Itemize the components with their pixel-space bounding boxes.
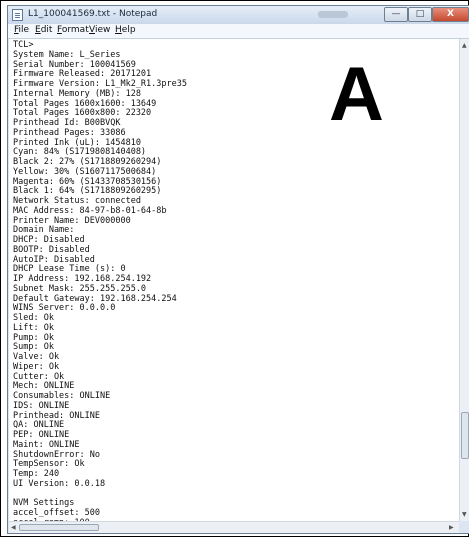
- horizontal-scrollbar[interactable]: ◀ ▶: [9, 521, 459, 533]
- maximize-button[interactable]: □: [408, 7, 432, 22]
- vertical-scrollbar[interactable]: ▲ ▼: [459, 39, 469, 521]
- notepad-icon: [12, 9, 23, 21]
- menu-format[interactable]: Format: [57, 25, 89, 35]
- menu-view[interactable]: View: [89, 25, 110, 35]
- text-editor[interactable]: TCL> System Name: L_Series Serial Number…: [9, 39, 459, 521]
- scroll-down-arrow-icon[interactable]: ▼: [462, 511, 467, 518]
- overlay-letter: A: [329, 52, 384, 137]
- title-bar[interactable]: L1_100041569.txt - Notepad — □ X: [8, 6, 469, 24]
- window-title: L1_100041569.txt - Notepad: [28, 9, 158, 19]
- scroll-left-arrow-icon[interactable]: ◀: [11, 524, 16, 531]
- menu-file[interactable]: File: [14, 25, 29, 35]
- scroll-right-arrow-icon[interactable]: ▶: [449, 524, 454, 531]
- vertical-scroll-thumb[interactable]: [461, 412, 469, 459]
- scroll-up-arrow-icon[interactable]: ▲: [462, 42, 467, 49]
- close-button[interactable]: X: [432, 7, 469, 22]
- document-text: TCL> System Name: L_Series Serial Number…: [13, 40, 187, 521]
- screenshot-frame: L1_100041569.txt - Notepad — □ X File Ed…: [0, 0, 469, 537]
- notepad-window: L1_100041569.txt - Notepad — □ X File Ed…: [7, 5, 469, 534]
- horizontal-scroll-thumb[interactable]: [19, 524, 99, 531]
- minimize-button[interactable]: —: [384, 7, 408, 22]
- blurred-title-text: [318, 11, 348, 18]
- menu-edit[interactable]: Edit: [35, 25, 52, 35]
- menu-bar: File Edit Format View Help: [8, 24, 469, 39]
- menu-help[interactable]: Help: [115, 25, 136, 35]
